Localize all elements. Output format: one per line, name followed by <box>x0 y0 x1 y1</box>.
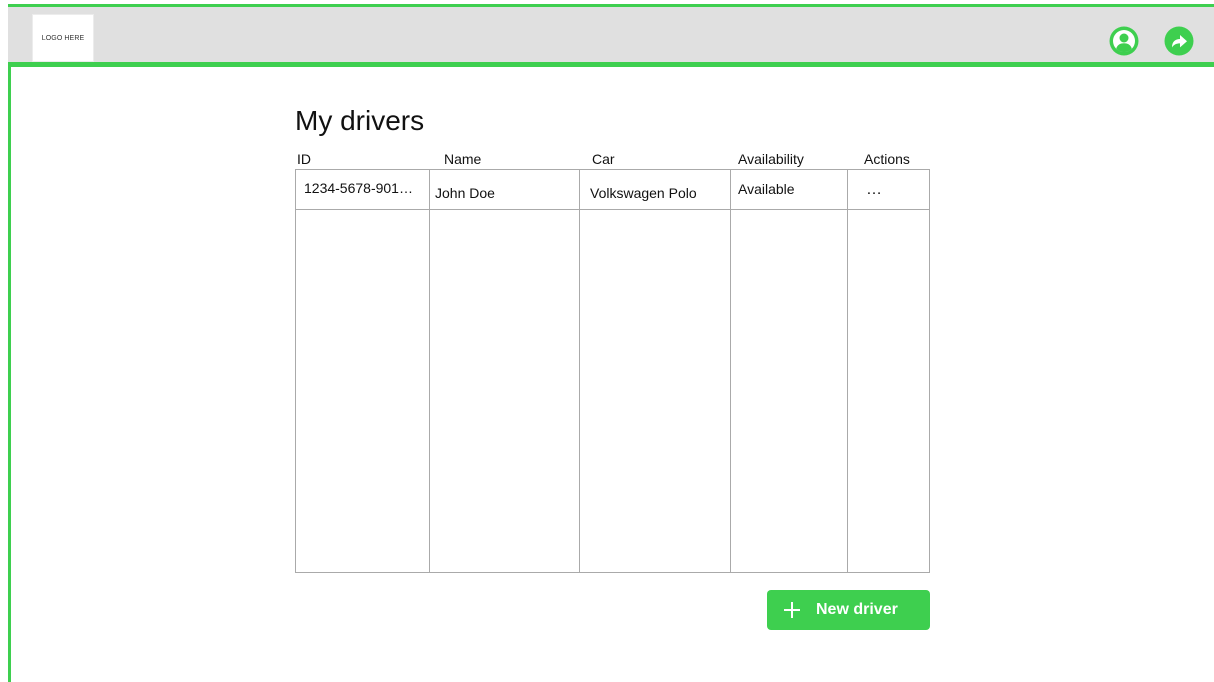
profile-button[interactable] <box>1108 25 1140 57</box>
cell-driver-car: Volkswagen Polo <box>590 185 697 201</box>
user-circle-icon <box>1109 26 1139 56</box>
share-arrow-icon <box>1164 26 1194 56</box>
cell-driver-availability: Available <box>738 181 795 197</box>
new-driver-button[interactable]: New driver <box>767 590 930 630</box>
column-header-car: Car <box>592 151 615 167</box>
drivers-table: 1234-5678-901… John Doe Volkswagen Polo … <box>295 169 930 573</box>
column-divider <box>579 170 580 572</box>
cell-driver-name: John Doe <box>435 185 495 201</box>
column-divider <box>730 170 731 572</box>
new-driver-label: New driver <box>816 601 898 618</box>
column-header-actions: Actions <box>864 151 910 167</box>
logo-placeholder[interactable]: LOGO HERE <box>33 15 93 61</box>
top-navigation-bar <box>8 4 1214 67</box>
column-divider <box>847 170 848 572</box>
logo-text: LOGO HERE <box>41 34 85 42</box>
page-title: My drivers <box>295 105 425 136</box>
column-header-availability: Availability <box>738 151 804 167</box>
logout-button[interactable] <box>1163 25 1195 57</box>
frame-left-border <box>8 4 11 682</box>
cell-driver-id: 1234-5678-901… <box>304 180 413 196</box>
column-divider <box>429 170 430 572</box>
plus-icon <box>784 602 800 618</box>
row-actions-menu[interactable]: … <box>866 182 884 198</box>
column-header-name: Name <box>444 151 482 167</box>
column-header-id: ID <box>297 151 311 167</box>
row-divider <box>296 209 929 210</box>
